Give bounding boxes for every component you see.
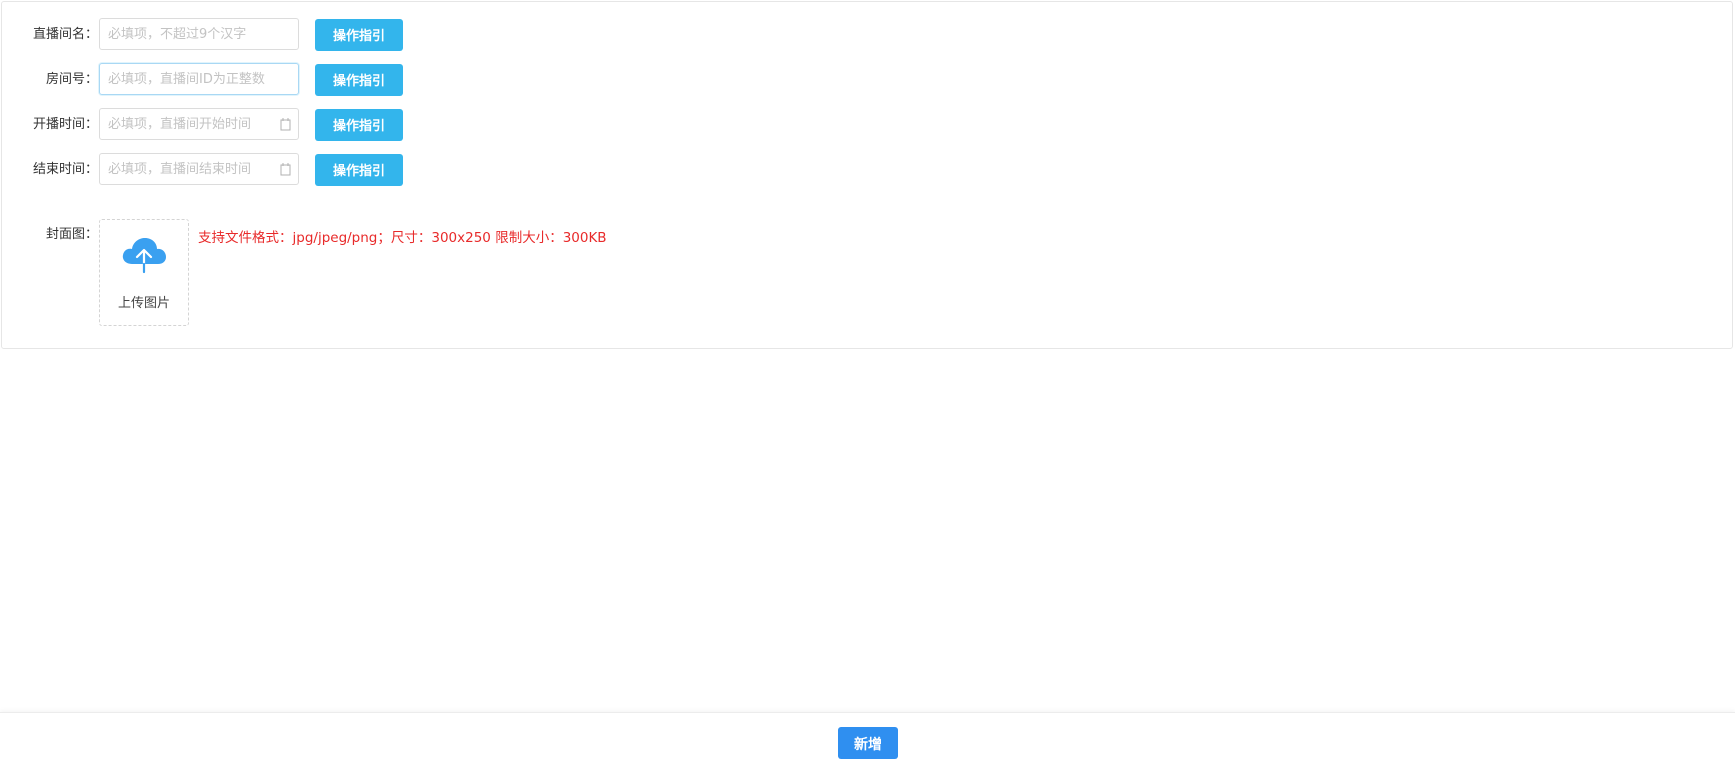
- room-name-label: 直播间名：: [32, 27, 98, 42]
- cloud-upload-icon: [120, 234, 168, 274]
- end-time-field-wrapper: [99, 153, 299, 185]
- upload-label: 上传图片: [117, 296, 170, 311]
- start-time-field-wrapper: [99, 108, 299, 140]
- room-id-input[interactable]: [100, 64, 298, 94]
- live-room-form: 直播间名： 操作指引 房间号： 操作指引 开播时间： 操作指引 结束时间：: [1, 1, 1733, 349]
- start-time-label: 开播时间：: [32, 117, 98, 132]
- end-time-row: 结束时间： 操作指引: [2, 153, 1735, 187]
- cover-label: 封面图：: [45, 227, 98, 242]
- room-name-guide-button[interactable]: 操作指引: [315, 19, 403, 51]
- room-id-label: 房间号：: [45, 72, 98, 87]
- start-time-guide-button[interactable]: 操作指引: [315, 109, 403, 141]
- cover-format-tip: 支持文件格式：jpg/jpeg/png；尺寸：300x250 限制大小：300K…: [198, 230, 607, 246]
- room-name-row: 直播间名： 操作指引: [2, 18, 1735, 52]
- add-button[interactable]: 新增: [838, 727, 898, 759]
- footer-bar: 新增: [0, 712, 1735, 773]
- room-id-row: 房间号： 操作指引: [2, 63, 1735, 97]
- end-time-label: 结束时间：: [32, 162, 98, 177]
- start-time-input[interactable]: [100, 109, 298, 139]
- cover-upload-button[interactable]: 上传图片: [99, 219, 189, 326]
- room-name-input[interactable]: [100, 19, 298, 49]
- calendar-icon[interactable]: [280, 118, 291, 131]
- room-name-field-wrapper: [99, 18, 299, 50]
- room-id-guide-button[interactable]: 操作指引: [315, 64, 403, 96]
- end-time-input[interactable]: [100, 154, 298, 184]
- end-time-guide-button[interactable]: 操作指引: [315, 154, 403, 186]
- calendar-icon[interactable]: [280, 163, 291, 176]
- room-id-field-wrapper: [99, 63, 299, 95]
- start-time-row: 开播时间： 操作指引: [2, 108, 1735, 142]
